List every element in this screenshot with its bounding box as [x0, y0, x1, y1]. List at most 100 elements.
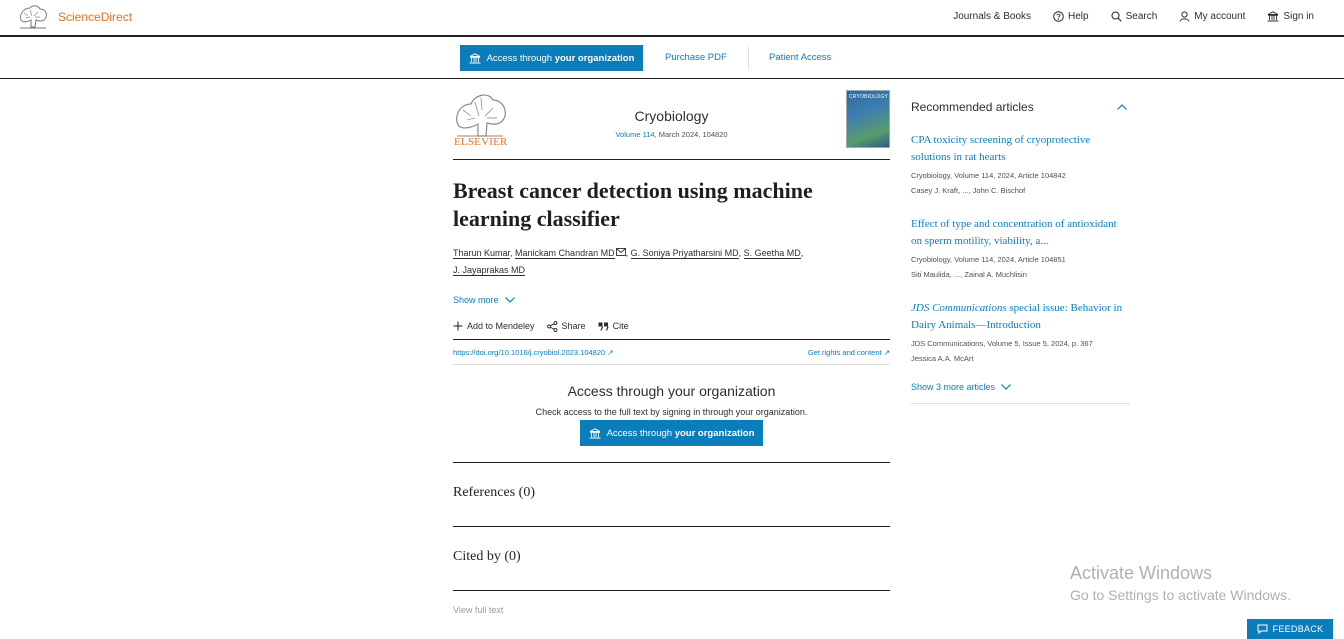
share-button[interactable]: Share — [546, 320, 586, 332]
button-label-prefix: Access through — [486, 52, 553, 64]
recommended-article-authors: Casey J. Kraft, ..., John C. Bischof — [911, 186, 1026, 195]
nav-label: My account — [1194, 11, 1246, 22]
cover-title: CRYOBIOLOGY — [849, 94, 889, 100]
cite-button[interactable]: Cite — [598, 321, 629, 331]
mendeley-label: Add to Mendeley — [467, 321, 535, 331]
institution-icon — [589, 427, 601, 438]
doi-text: https://doi.org/10.1016/j.cryobiol.2023.… — [453, 348, 606, 357]
institution-icon — [1267, 11, 1279, 22]
windows-activation-watermark: Activate Windows Go to Settings to activ… — [1070, 563, 1291, 603]
doi-row: https://doi.org/10.1016/j.cryobiol.2023.… — [453, 339, 890, 365]
access-organization-button-secondary[interactable]: Access through your organization — [580, 420, 763, 446]
button-label-bold: your organization — [554, 52, 635, 64]
article-actions: Add to Mendeley Share Cite — [453, 319, 890, 333]
cited-by-heading: Cited by (0) — [453, 549, 521, 564]
top-header: ScienceDirect Journals & Books Help Sear… — [0, 0, 1344, 37]
institution-icon — [469, 52, 481, 63]
recommended-heading: Recommended articles — [911, 100, 1034, 114]
access-box: Access through your organization Check a… — [453, 365, 890, 463]
show-more-articles-label: Show 3 more articles — [911, 382, 996, 392]
button-label-prefix: Access through — [606, 427, 673, 439]
view-full-text-link[interactable]: View full text — [453, 605, 503, 615]
author-link[interactable]: G. Soniya Priyatharsini MD — [630, 248, 739, 259]
journal-cover-image[interactable]: CRYOBIOLOGY — [846, 90, 890, 148]
purchase-pdf-link[interactable]: Purchase PDF — [665, 52, 727, 63]
share-label: Share — [561, 321, 586, 331]
journal-meta: Volume 114, March 2024, 104820 — [453, 130, 890, 139]
recommended-sidebar: Recommended articles CPA toxicity screen… — [911, 100, 1130, 404]
references-heading: References (0) — [453, 485, 536, 500]
cited-by-section[interactable]: Cited by (0) — [453, 527, 890, 591]
my-account-link[interactable]: My account — [1179, 11, 1245, 22]
recommended-article-title-link[interactable]: JDS Communications special issue: Behavi… — [911, 300, 1130, 334]
recommended-article: Effect of type and concentration of anti… — [911, 216, 1130, 282]
doi-link[interactable]: https://doi.org/10.1016/j.cryobiol.2023.… — [453, 348, 614, 357]
show-more-label: Show more — [453, 295, 499, 305]
rights-link[interactable]: Get rights and content ↗ — [808, 348, 890, 357]
author-link[interactable]: J. Jayaprakas MD — [453, 265, 526, 276]
feedback-label: FEEDBACK — [1272, 624, 1324, 634]
chat-bubble-icon — [1257, 624, 1268, 634]
access-description: Check access to the full text by signing… — [535, 407, 808, 417]
nav-label: Sign in — [1283, 11, 1314, 22]
watermark-subtitle: Go to Settings to activate Windows. — [1070, 587, 1291, 603]
nav-label: Help — [1068, 11, 1089, 22]
article-title: Breast cancer detection using machine le… — [453, 178, 813, 231]
cite-label: Cite — [612, 321, 629, 331]
chevron-down-icon — [1001, 384, 1011, 390]
author-link[interactable]: Manickam Chandran MD — [515, 248, 615, 259]
title-italic-part: JDS Communications — [911, 302, 1007, 314]
recommended-article-title[interactable]: Effect of type and concentration of anti… — [911, 216, 1130, 250]
recommended-article-meta: Cryobiology, Volume 114, 2024, Article 1… — [911, 255, 1066, 264]
help-link[interactable]: Help — [1053, 11, 1089, 22]
article-main: ELSEVIER Cryobiology Volume 114, March 2… — [453, 88, 890, 591]
journal-meta-rest: , March 2024, 104820 — [654, 130, 728, 139]
watermark-title: Activate Windows — [1070, 563, 1213, 583]
author-list: Tharun Kumar, Manickam Chandran MD, G. S… — [453, 248, 804, 276]
show-more-articles-button[interactable]: Show 3 more articles — [911, 382, 1130, 404]
access-organization-button[interactable]: Access through your organization — [460, 45, 643, 71]
recommended-header[interactable]: Recommended articles — [911, 100, 1130, 120]
recommended-article-meta: JDS Communications, Volume 5, Issue 5, 2… — [911, 339, 1093, 348]
feedback-button[interactable]: FEEDBACK — [1247, 619, 1333, 639]
recommended-article-authors: Jessica A.A. McArt — [911, 354, 974, 363]
references-section[interactable]: References (0) — [453, 463, 890, 527]
journals-books-link[interactable]: Journals & Books — [953, 11, 1031, 22]
user-icon — [1179, 11, 1190, 22]
share-icon — [546, 320, 557, 332]
quote-icon — [598, 322, 609, 331]
access-bar: Access through your organization Purchas… — [0, 37, 1344, 79]
recommended-article: JDS Communications special issue: Behavi… — [911, 300, 1130, 366]
patient-access-link[interactable]: Patient Access — [769, 52, 831, 63]
nav-label: Journals & Books — [953, 11, 1032, 22]
chevron-down-icon — [504, 297, 515, 303]
add-to-mendeley-button[interactable]: Add to Mendeley — [453, 321, 535, 331]
author-link[interactable]: Tharun Kumar — [453, 248, 511, 259]
recommended-article-authors: Siti Maulida, ..., Zainal A. Muchlisin — [911, 270, 1027, 279]
journal-header: ELSEVIER Cryobiology Volume 114, March 2… — [453, 88, 890, 160]
author-name: Manickam Chandran MD — [515, 248, 615, 258]
chevron-up-icon — [1117, 104, 1127, 110]
search-link[interactable]: Search — [1111, 11, 1158, 22]
search-icon — [1111, 11, 1122, 22]
volume-link[interactable]: Volume 114 — [615, 130, 654, 139]
access-heading: Access through your organization — [567, 383, 776, 399]
button-label-bold: your organization — [674, 427, 755, 439]
nav-label: Search — [1125, 11, 1158, 22]
sciencedirect-logo[interactable]: ScienceDirect — [18, 4, 132, 30]
brand-name: ScienceDirect — [58, 10, 133, 24]
external-link-icon: ↗ — [883, 348, 890, 357]
elsevier-tree-icon — [18, 4, 48, 30]
envelope-icon[interactable] — [615, 248, 626, 256]
recommended-article-meta: Cryobiology, Volume 114, 2024, Article 1… — [911, 171, 1066, 180]
top-nav: Journals & Books Help Search My account … — [931, 11, 1314, 22]
sign-in-link[interactable]: Sign in — [1267, 11, 1314, 22]
help-icon — [1053, 11, 1064, 22]
author-link[interactable]: S. Geetha MD — [743, 248, 801, 259]
recommended-article: CPA toxicity screening of cryoprotective… — [911, 132, 1130, 198]
recommended-article-title[interactable]: CPA toxicity screening of cryoprotective… — [911, 132, 1130, 166]
show-more-button[interactable]: Show more — [453, 295, 890, 305]
plus-icon — [453, 321, 463, 331]
divider — [748, 47, 749, 69]
journal-title-link[interactable]: Cryobiology — [453, 108, 890, 124]
